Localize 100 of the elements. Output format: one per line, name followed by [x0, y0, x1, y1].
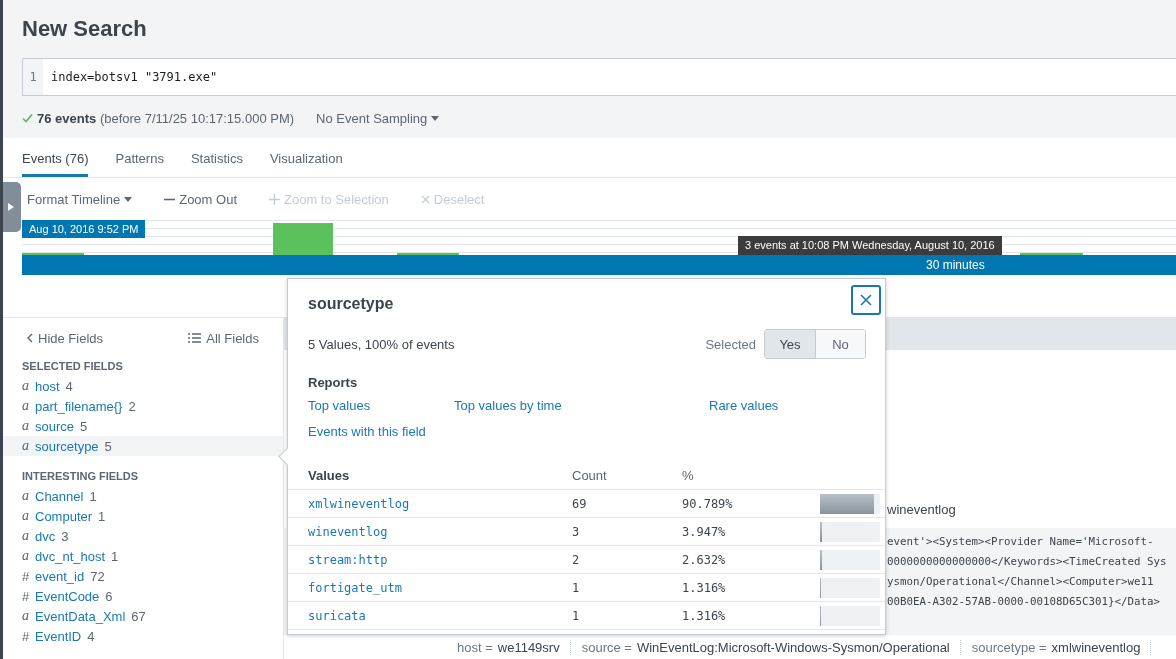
- field-count: 3: [61, 528, 69, 544]
- toolbar-button[interactable]: Format Timeline: [27, 191, 133, 207]
- close-icon: [860, 294, 872, 306]
- field-type: #: [22, 628, 29, 644]
- tab[interactable]: Patterns: [115, 138, 164, 177]
- field-item[interactable]: a sourcetype 5: [3, 436, 283, 456]
- field-item[interactable]: a dvc_nt_host 1: [3, 546, 283, 566]
- meta-value[interactable]: xmlwineventlog: [1051, 639, 1141, 655]
- scale-label: 30 minutes: [926, 258, 985, 272]
- field-item[interactable]: a host 4: [3, 376, 283, 396]
- field-name: part_filename{}: [35, 398, 123, 414]
- field-name: dvc_nt_host: [35, 548, 106, 564]
- check-icon: [22, 113, 33, 123]
- meta-value[interactable]: WinEventLog:Microsoft-Windows-Sysmon/Operational: [636, 639, 950, 655]
- field-name: Channel: [35, 488, 84, 504]
- percent-cell-text: 1.316%: [682, 608, 727, 623]
- caret-icon: [431, 115, 440, 121]
- chevron-left-icon: [27, 333, 33, 343]
- search-query: index=botsv1 "3791.exe": [50, 70, 218, 84]
- search-field[interactable]: 1 index=botsv1 "3791.exe": [22, 58, 1176, 96]
- field-item[interactable]: a Channel 1: [3, 486, 283, 506]
- field-item[interactable]: # event_id 72: [3, 566, 283, 586]
- tooltip: 3 events at 10:08 PM Wednesday, August 10, 2016: [738, 236, 1002, 255]
- sampling-dropdown[interactable]: No Event Sampling: [316, 110, 440, 126]
- toggle-option[interactable]: No: [815, 330, 865, 358]
- section-heading: INTERESTING FIELDS: [21, 469, 140, 484]
- raw-line: event'><System><Provider Name='Microsoft-: [887, 534, 1154, 550]
- tab[interactable]: Statistics: [190, 138, 243, 177]
- caret-icon: [124, 196, 133, 202]
- field-type: #: [22, 588, 29, 604]
- column-header: %: [682, 468, 695, 483]
- field-count: 1: [98, 508, 106, 524]
- value-link[interactable]: suricata: [308, 608, 572, 623]
- report-link[interactable]: Top values: [308, 398, 454, 414]
- meta-value[interactable]: we1149srv: [497, 639, 560, 655]
- field-type: a: [22, 398, 29, 414]
- field-count: 4: [87, 628, 95, 644]
- tab[interactable]: Visualization: [269, 138, 343, 177]
- page-title: New Search: [22, 15, 148, 43]
- report-link[interactable]: Top values by time: [454, 398, 709, 414]
- hide-fields-button[interactable]: Hide Fields: [27, 330, 104, 346]
- close-button[interactable]: [851, 285, 881, 315]
- result-summary: 76 events (before 7/11/25 10:17:15.000 PM): [37, 110, 295, 126]
- percent-cell-text: 90.789%: [682, 496, 734, 511]
- line-number: 1: [23, 59, 43, 95]
- field-type: a: [22, 418, 29, 434]
- count-cell-text: 69: [572, 496, 588, 511]
- tab[interactable]: Events (76): [22, 138, 89, 177]
- field-count: 67: [131, 608, 146, 624]
- field-name: event_id: [35, 568, 85, 584]
- selected-label: Selected: [705, 336, 756, 352]
- field-type: a: [22, 528, 29, 544]
- count-cell-text: 1: [572, 580, 581, 595]
- value-link[interactable]: stream:http: [308, 552, 572, 567]
- field-item[interactable]: a dvc 3: [3, 526, 283, 546]
- toolbar-button[interactable]: Zoom Out: [164, 191, 237, 207]
- field-count: 72: [90, 568, 105, 584]
- field-item[interactable]: # EventCode 6: [3, 586, 283, 606]
- raw-line: ysmon/Operational</Channel><Computer>we11: [887, 574, 1154, 590]
- field-type: a: [22, 508, 29, 524]
- value-link[interactable]: wineventlog: [308, 524, 572, 539]
- value-link[interactable]: fortigate_utm: [308, 580, 572, 595]
- field-count: 5: [104, 438, 112, 454]
- field-name: EventData_Xml: [35, 608, 126, 624]
- value-link[interactable]: xmlwineventlog: [308, 496, 572, 511]
- field-item[interactable]: a Computer 1: [3, 506, 283, 526]
- field-count: 6: [105, 588, 113, 604]
- field-type: a: [22, 548, 29, 564]
- field-item[interactable]: a part_filename{} 2: [3, 396, 283, 416]
- field-count: 2: [128, 398, 136, 414]
- sidebar-handle[interactable]: [3, 182, 21, 232]
- report-link[interactable]: Events with this field: [308, 424, 454, 440]
- report-link[interactable]: Rare values: [709, 398, 865, 414]
- meta-key: sourcetype =: [971, 639, 1047, 655]
- count-cell-text: 1: [572, 608, 581, 623]
- percent-cell-text: 3.947%: [682, 524, 727, 539]
- field-item[interactable]: a EventData_Xml 67: [3, 606, 283, 626]
- raw-line: 0000000000000000</Keywords><TimeCreated Sys: [887, 554, 1167, 570]
- column-header: Count: [572, 468, 608, 483]
- field-item[interactable]: # EventID 4: [3, 626, 283, 646]
- all-fields-button[interactable]: All Fields: [188, 330, 259, 346]
- play-icon: [7, 203, 14, 211]
- field-type: a: [22, 438, 29, 454]
- field-type: a: [22, 378, 29, 394]
- percent-cell-text: 1.316%: [682, 580, 727, 595]
- count-cell-text: 2: [572, 552, 581, 567]
- field-name: EventCode: [35, 588, 100, 604]
- plus-icon: [269, 193, 280, 205]
- section-heading: SELECTED FIELDS: [21, 359, 124, 374]
- field-count: 5: [80, 418, 88, 434]
- field-type: a: [22, 608, 29, 624]
- field-type: a: [22, 488, 29, 504]
- field-item[interactable]: a source 5: [3, 416, 283, 436]
- field-name: sourcetype: [35, 438, 99, 454]
- field-name: EventID: [35, 628, 82, 644]
- toggle-option[interactable]: Yes: [765, 330, 815, 358]
- field-name: source: [35, 418, 75, 434]
- reports-heading: Reports: [307, 374, 359, 391]
- popover-title: sourcetype: [308, 295, 394, 314]
- raw-line: 00B0EA-A302-57AB-0000-00108D65C301}</Data>: [887, 594, 1160, 610]
